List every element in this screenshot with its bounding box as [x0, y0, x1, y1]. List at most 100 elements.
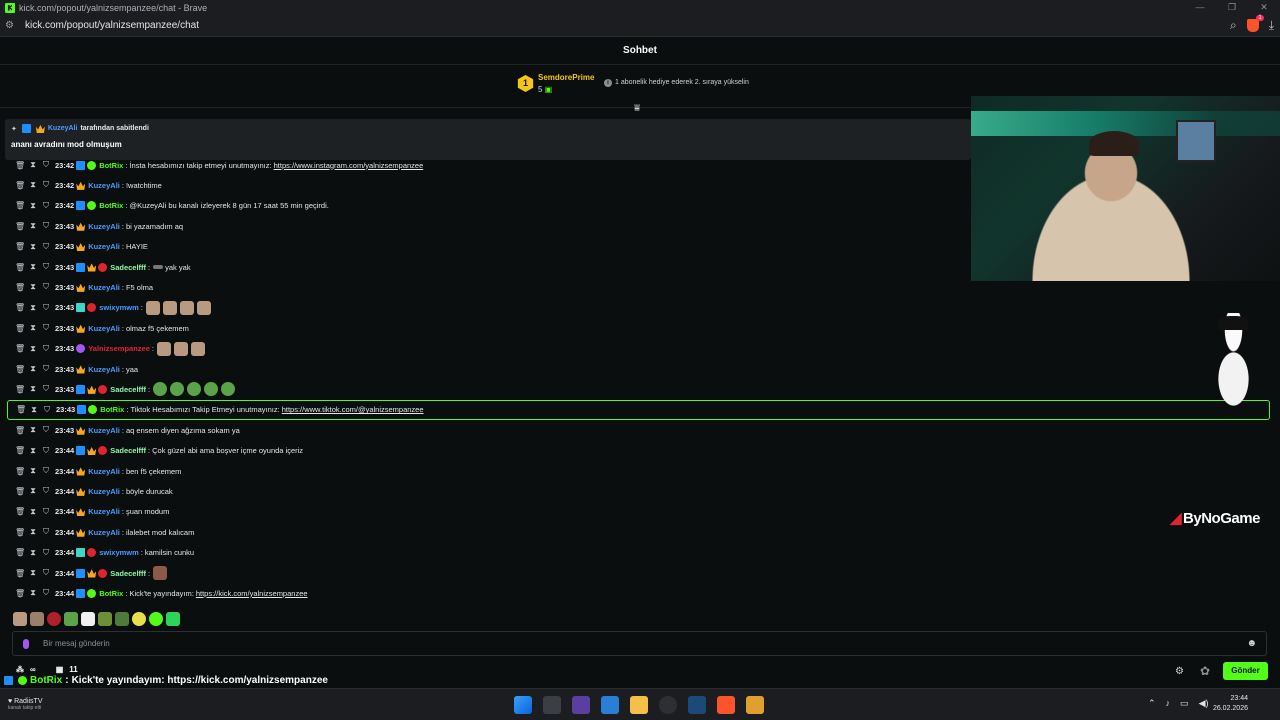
message-username[interactable]: KuzeyAli: [88, 365, 120, 374]
message-link[interactable]: https://kick.com/yalnizsempanzee: [196, 589, 308, 598]
timeout-icon[interactable]: ⧗: [28, 201, 38, 211]
timeout-icon[interactable]: ⧗: [28, 221, 38, 231]
microphone-tray-icon[interactable]: ♪: [1166, 698, 1171, 709]
ban-icon[interactable]: ⛉: [41, 384, 51, 394]
emote-button[interactable]: [132, 612, 146, 626]
ban-icon[interactable]: ⛉: [41, 221, 51, 231]
emote-button[interactable]: [81, 612, 95, 626]
timeout-icon[interactable]: ⧗: [28, 180, 38, 190]
message-username[interactable]: swixymwm: [99, 303, 139, 312]
emote-button[interactable]: [115, 612, 129, 626]
ban-icon[interactable]: ⛉: [41, 364, 51, 374]
ban-icon[interactable]: ⛉: [41, 588, 51, 598]
delete-icon[interactable]: 🗑: [15, 283, 25, 292]
delete-icon[interactable]: 🗑: [15, 161, 25, 170]
timeout-icon[interactable]: ⧗: [28, 425, 38, 435]
delete-icon[interactable]: 🗑: [15, 365, 25, 374]
message-username[interactable]: KuzeyAli: [88, 181, 120, 190]
chat-message[interactable]: 🗑 ⧗ ⛉ 23:44 BotRix: Kick'te yayındayım: https…: [0, 583, 1270, 603]
message-username[interactable]: swixymwm: [99, 548, 139, 557]
delete-icon[interactable]: 🗑: [15, 446, 25, 455]
pinned-user[interactable]: KuzeyAli: [48, 125, 78, 132]
emote-button[interactable]: [166, 612, 180, 626]
brave-icon[interactable]: [717, 696, 735, 714]
message-username[interactable]: BotRix: [99, 161, 123, 170]
timeout-icon[interactable]: ⧗: [28, 160, 38, 170]
chat-message[interactable]: 🗑 ⧗ ⛉ 23:44 KuzeyAli: ilalebet mod kalıcam: [0, 522, 1270, 542]
timeout-icon[interactable]: ⧗: [28, 303, 38, 313]
message-username[interactable]: BotRix: [99, 201, 123, 210]
message-username[interactable]: KuzeyAli: [88, 507, 120, 516]
minimize-icon[interactable]: —: [1184, 0, 1216, 15]
pin-icon[interactable]: ✦: [11, 125, 17, 133]
start-icon[interactable]: [514, 696, 532, 714]
display-icon[interactable]: ▭: [1180, 698, 1189, 709]
chat-message[interactable]: 🗑 ⧗ ⛉ 23:44 KuzeyAli: böyle durucak: [0, 481, 1270, 501]
message-username[interactable]: KuzeyAli: [88, 528, 120, 537]
message-username[interactable]: Sadecelfff: [110, 385, 146, 394]
emote-button[interactable]: [149, 612, 163, 626]
delete-icon[interactable]: 🗑: [15, 528, 25, 537]
download-icon[interactable]: ⤓: [1269, 18, 1274, 33]
timeout-icon[interactable]: ⧗: [29, 405, 39, 415]
timeout-icon[interactable]: ⧗: [28, 507, 38, 517]
delete-icon[interactable]: 🗑: [15, 181, 25, 190]
delete-icon[interactable]: 🗑: [15, 303, 25, 312]
timeout-icon[interactable]: ⧗: [28, 588, 38, 598]
message-username[interactable]: KuzeyAli: [88, 487, 120, 496]
delete-icon[interactable]: 🗑: [15, 242, 25, 251]
snipping-tool-icon[interactable]: [572, 696, 590, 714]
message-link[interactable]: https://www.instagram.com/yalnizsempanze…: [274, 161, 424, 170]
chat-settings-icon[interactable]: ⚙: [1175, 666, 1184, 677]
chat-message[interactable]: 🗑 ⧗ ⛉ 23:44 KuzeyAli: şuan modum: [0, 502, 1270, 522]
timeout-icon[interactable]: ⧗: [28, 384, 38, 394]
url-text[interactable]: kick.com/popout/yalnizsempanzee/chat: [25, 20, 199, 31]
ban-icon[interactable]: ⛉: [41, 262, 51, 272]
delete-icon[interactable]: 🗑: [15, 487, 25, 496]
delete-icon[interactable]: 🗑: [15, 201, 25, 210]
delete-icon[interactable]: 🗑: [15, 507, 25, 516]
share-icon[interactable]: ⁂: [16, 665, 24, 674]
emoji-picker-icon[interactable]: ☻: [1246, 638, 1257, 649]
photos-icon[interactable]: [601, 696, 619, 714]
emote-button[interactable]: [64, 612, 78, 626]
ban-icon[interactable]: ⛉: [41, 486, 51, 496]
timeout-icon[interactable]: ⧗: [28, 242, 38, 252]
message-username[interactable]: Sadecelfff: [110, 446, 146, 455]
chat-message[interactable]: 🗑 ⧗ ⛉ 23:43 Sadecelfff:: [0, 379, 1270, 399]
message-username[interactable]: BotRix: [100, 405, 124, 414]
zoom-icon[interactable]: ⌕: [1230, 18, 1237, 33]
volume-icon[interactable]: ◀): [1199, 698, 1209, 709]
chat-message[interactable]: 🗑 ⧗ ⛉ 23:44 Sadecelfff: Çok güzel abi ama boş…: [0, 441, 1270, 461]
chat-message[interactable]: 🗑 ⧗ ⛉ 23:43 Yalnizsempanzee:: [0, 339, 1270, 359]
message-username[interactable]: KuzeyAli: [88, 426, 120, 435]
message-username[interactable]: Yalnizsempanzee: [88, 344, 150, 353]
site-settings-icon[interactable]: ⚙: [5, 20, 19, 31]
timeout-icon[interactable]: ⧗: [28, 364, 38, 374]
delete-icon[interactable]: 🗑: [15, 324, 25, 333]
leaderboard-name[interactable]: SemdorePrime: [538, 73, 594, 82]
ban-icon[interactable]: ⛉: [41, 282, 51, 292]
timeout-icon[interactable]: ⧗: [28, 446, 38, 456]
ban-icon[interactable]: ⛉: [41, 548, 51, 558]
ban-icon[interactable]: ⛉: [42, 405, 52, 415]
ban-icon[interactable]: ⛉: [41, 568, 51, 578]
message-username[interactable]: BotRix: [99, 589, 123, 598]
media-player-icon[interactable]: [746, 696, 764, 714]
kick-gift-icon[interactable]: ✿: [1200, 664, 1210, 678]
task-view-icon[interactable]: [543, 696, 561, 714]
delete-icon[interactable]: 🗑: [15, 344, 25, 353]
chat-message[interactable]: 🗑 ⧗ ⛉ 23:43 KuzeyAli: aq ensem diyen ağzıma s…: [0, 420, 1270, 440]
chat-message[interactable]: 🗑 ⧗ ⛉ 23:43 KuzeyAli: yaa: [0, 359, 1270, 379]
collapse-leaderboard-icon[interactable]: ⩸: [634, 103, 640, 114]
timeout-icon[interactable]: ⧗: [28, 486, 38, 496]
timeout-icon[interactable]: ⧗: [28, 568, 38, 578]
file-explorer-icon[interactable]: [630, 696, 648, 714]
ban-icon[interactable]: ⛉: [41, 303, 51, 313]
ban-icon[interactable]: ⛉: [41, 446, 51, 456]
ban-icon[interactable]: ⛉: [41, 507, 51, 517]
delete-icon[interactable]: 🗑: [15, 467, 25, 476]
chat-message[interactable]: 🗑 ⧗ ⛉ 23:44 Sadecelfff:: [0, 563, 1270, 583]
timeout-icon[interactable]: ⧗: [28, 282, 38, 292]
ban-icon[interactable]: ⛉: [41, 466, 51, 476]
